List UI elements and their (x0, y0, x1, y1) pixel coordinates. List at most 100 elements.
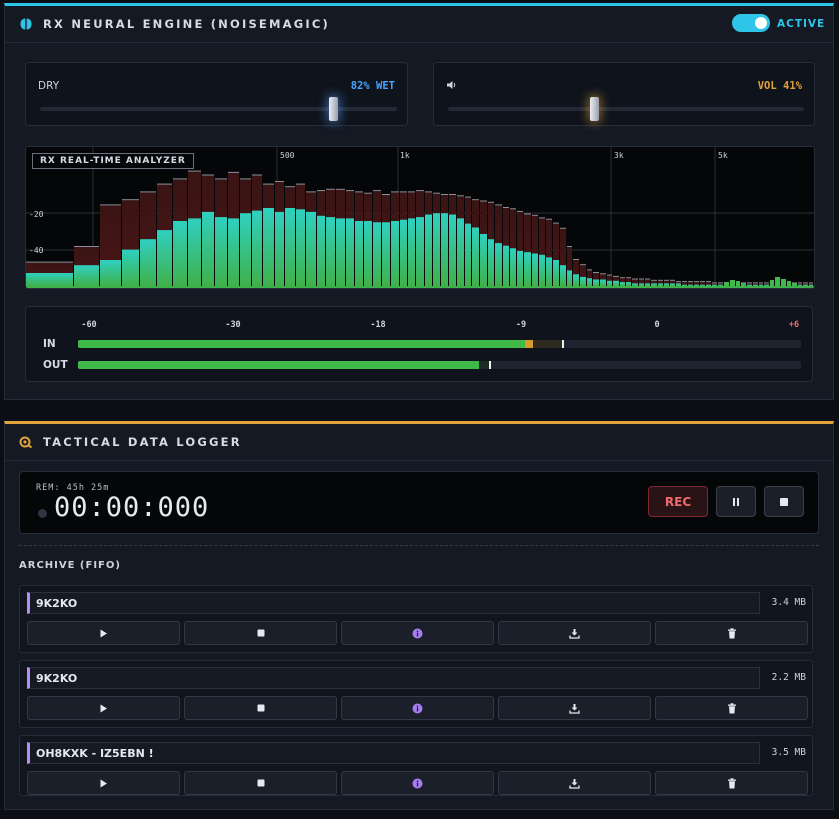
spectrum-bar (517, 250, 523, 286)
stop-button[interactable] (184, 771, 337, 795)
spectrum-peak-cap (639, 278, 644, 280)
spectrum-peak-cap (296, 183, 305, 185)
record-button[interactable]: REC (648, 486, 708, 517)
spectrum-bar (724, 282, 729, 286)
spectrum-bar (700, 284, 705, 286)
spectrum-peak-cap (809, 282, 813, 284)
spectrum-peak-cap (173, 178, 187, 180)
archive-item-size: 2.2 MB (771, 672, 806, 683)
spectrum-peak-cap (546, 218, 552, 220)
download-button[interactable] (498, 696, 651, 720)
spectrum-bar (488, 239, 494, 286)
pause-button[interactable] (716, 486, 756, 517)
input-meter-label: IN (43, 338, 56, 350)
volume-value-label: VOL 41% (757, 80, 802, 92)
spectrum-bar (457, 218, 464, 286)
spectrum-bar (664, 283, 669, 286)
spectrum-bar (706, 284, 711, 286)
spectrum-peak-cap (587, 269, 592, 271)
spectrum-peak-cap (285, 186, 295, 188)
spectrum-peak-cap (441, 194, 448, 195)
spectrum-peak-cap (472, 199, 479, 201)
spectrum-bar (122, 249, 139, 286)
download-icon (569, 703, 580, 714)
trash-icon (727, 627, 736, 638)
spectrum-peak-cap (712, 282, 717, 284)
spectrum-bar (26, 273, 73, 286)
spectrum-peak-cap (449, 194, 456, 195)
spectrum-peak-cap (202, 174, 214, 176)
spectrum-peak-cap (263, 183, 274, 185)
spectrum-bar (539, 254, 545, 286)
spectrum-bar (173, 221, 187, 286)
volume-slider-thumb[interactable] (589, 97, 599, 121)
spectrum-bar (688, 284, 693, 286)
spectrum-peak-cap (688, 281, 693, 283)
spectrum-bar (416, 217, 424, 286)
spectrum-bar (100, 260, 121, 286)
spectrum-bar (336, 218, 345, 286)
archive-item-size: 3.5 MB (771, 747, 806, 758)
delete-button[interactable] (655, 621, 808, 645)
play-icon (100, 629, 107, 637)
delete-button[interactable] (655, 771, 808, 795)
spectrum-peak-cap (317, 190, 325, 192)
spectrum-peak-cap (706, 281, 711, 283)
output-meter-hold-segment (479, 361, 489, 369)
spectrum-bar (408, 218, 415, 286)
info-button[interactable] (341, 621, 494, 645)
play-button[interactable] (27, 621, 180, 645)
frequency-label: 1k (400, 151, 410, 160)
spectrum-peak-cap (408, 191, 415, 193)
mix-slider-track[interactable] (40, 97, 397, 121)
pause-icon (733, 497, 739, 506)
spectrum-bar (645, 283, 650, 286)
spectrum-bar (639, 283, 644, 286)
info-button[interactable] (341, 696, 494, 720)
meter-scale-label: -18 (370, 320, 386, 330)
stop-button[interactable] (184, 696, 337, 720)
stop-button[interactable] (764, 486, 804, 517)
spectrum-peak-cap (803, 282, 808, 284)
info-button[interactable] (341, 771, 494, 795)
play-button[interactable] (27, 696, 180, 720)
spectrum-bar (670, 283, 675, 286)
play-button[interactable] (27, 771, 180, 795)
spectrum-peak-cap (658, 279, 663, 281)
download-icon (569, 628, 580, 639)
spectrum-peak-cap (391, 191, 399, 193)
download-button[interactable] (498, 771, 651, 795)
input-meter-hold-segment (533, 340, 563, 348)
spectrum-peak-cap (798, 282, 802, 284)
info-icon (412, 703, 423, 713)
volume-slider-track[interactable] (448, 97, 804, 121)
spectrum-peak-cap (532, 214, 538, 216)
play-icon (100, 704, 107, 712)
logger-title: TACTICAL DATA LOGGER (43, 435, 242, 449)
play-icon (100, 779, 107, 787)
spectrum-bar (753, 284, 758, 286)
meter-scale-label: -9 (515, 320, 527, 330)
data-logger-panel: TACTICAL DATA LOGGER REM: 45h 25m 00:00:… (4, 421, 834, 810)
spectrum-bar (546, 257, 552, 286)
spectrum-peak-cap (593, 272, 599, 273)
delete-button[interactable] (655, 696, 808, 720)
spectrum-bar (391, 221, 399, 286)
spectrum-bar (263, 208, 274, 286)
spectrum-peak-cap (670, 279, 675, 281)
spectrum-bar (651, 283, 657, 286)
spectrum-bar (607, 280, 612, 286)
frequency-label: 500 (280, 151, 295, 160)
stop-button[interactable] (184, 621, 337, 645)
mix-slider-thumb[interactable] (328, 97, 338, 121)
download-button[interactable] (498, 621, 651, 645)
spectrum-bar (433, 213, 440, 286)
spectrum-bar (747, 284, 752, 286)
engine-active-toggle[interactable] (732, 14, 770, 32)
spectrum-bar (346, 218, 354, 286)
spectrum-bar (694, 284, 699, 286)
spectrum-peak-cap (364, 192, 372, 194)
spectrum-bar (781, 279, 786, 286)
spectrum-peak-cap (580, 264, 586, 266)
spectrum-bar (228, 218, 239, 286)
